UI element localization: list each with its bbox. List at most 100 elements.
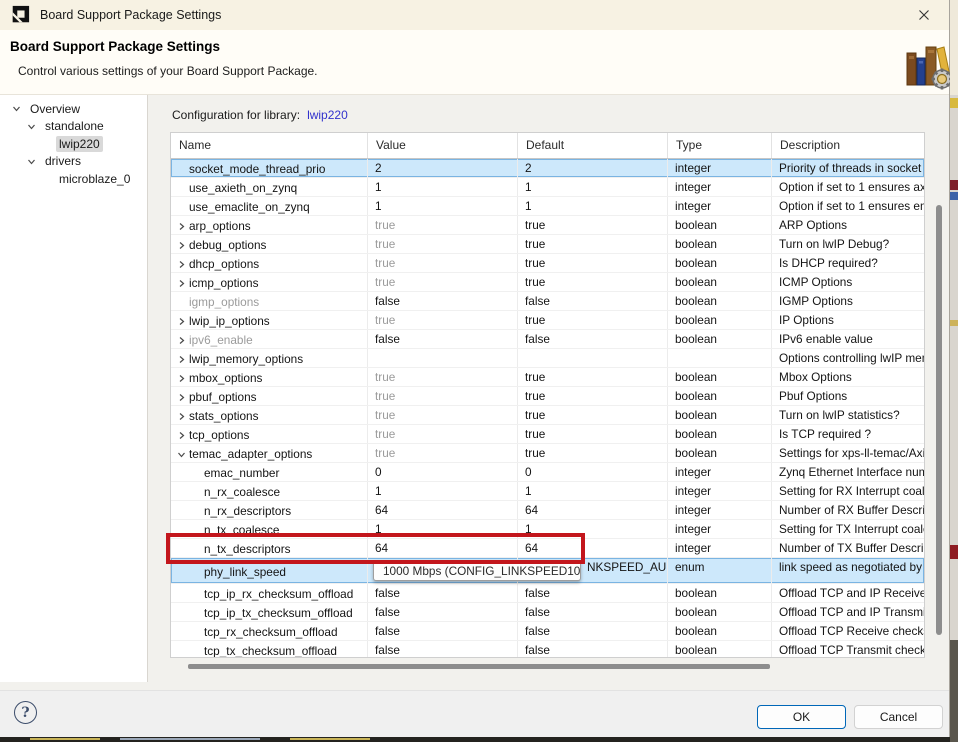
cell-default: 2 (518, 159, 668, 177)
cell-default: false (518, 603, 668, 621)
sidebar-item-standalone[interactable]: standalone (27, 118, 107, 135)
cell-type: integer (668, 482, 772, 500)
setting-name: tcp_ip_rx_checksum_offload (204, 587, 353, 601)
cell-name: socket_mode_thread_prio (171, 159, 368, 177)
table-row[interactable]: pbuf_optionstruetruebooleanPbuf Options (171, 387, 924, 406)
table-row[interactable]: use_axieth_on_zynq11integerOption if set… (171, 178, 924, 197)
table-row[interactable]: igmp_optionsfalsefalsebooleanIGMP Option… (171, 292, 924, 311)
cell-name: temac_adapter_options (171, 444, 368, 462)
table-row[interactable]: temac_adapter_optionstruetruebooleanSett… (171, 444, 924, 463)
cell-description: Turn on lwIP statistics? (772, 406, 924, 424)
table-row[interactable]: emac_number00integerZynq Ethernet Interf… (171, 463, 924, 482)
vertical-scrollbar-thumb[interactable] (936, 205, 942, 635)
table-row[interactable]: tcp_rx_checksum_offloadfalsefalseboolean… (171, 622, 924, 641)
table-row[interactable]: n_rx_coalesce11integerSetting for RX Int… (171, 482, 924, 501)
table-row[interactable]: tcp_tx_checksum_offloadfalsefalseboolean… (171, 641, 924, 658)
config-library-name: lwip220 (307, 108, 348, 122)
table-row[interactable]: arp_optionstruetruebooleanARP Options (171, 216, 924, 235)
cell-default: true (518, 406, 668, 424)
chevron-down-icon[interactable] (27, 122, 37, 131)
table-row[interactable]: debug_optionstruetruebooleanTurn on lwIP… (171, 235, 924, 254)
cancel-button[interactable]: Cancel (854, 705, 943, 729)
cell-value: 1 (368, 482, 518, 500)
cell-name: pbuf_options (171, 387, 368, 405)
bsp-settings-dialog: Board Support Package Settings Board Sup… (0, 0, 950, 737)
sidebar-item-drivers[interactable]: drivers (27, 153, 84, 170)
cell-default: true (518, 387, 668, 405)
chevron-down-icon[interactable] (27, 157, 37, 166)
chevron-right-icon[interactable] (177, 317, 186, 326)
cell-name: igmp_options (171, 292, 368, 310)
ok-button[interactable]: OK (757, 705, 846, 729)
table-row[interactable]: lwip_ip_optionstruetruebooleanIP Options (171, 311, 924, 330)
chevron-right-icon[interactable] (177, 412, 186, 421)
annotation-highlight-box (166, 533, 585, 564)
table-row[interactable]: socket_mode_thread_prio22integerPriority… (171, 159, 924, 178)
cell-default: true (518, 444, 668, 462)
table-row[interactable]: tcp_optionstruetruebooleanIs TCP require… (171, 425, 924, 444)
cell-value: true (368, 311, 518, 329)
sidebar-item-lwip220[interactable]: lwip220 (56, 135, 103, 152)
cell-default: false (518, 622, 668, 640)
setting-name: dhcp_options (189, 257, 259, 271)
cell-default: false (518, 641, 668, 658)
chevron-right-icon[interactable] (177, 222, 186, 231)
table-row[interactable]: dhcp_optionstruetruebooleanIs DHCP requi… (171, 254, 924, 273)
cell-description: Setting for RX Interrupt coale (772, 482, 924, 500)
cell-name: tcp_ip_rx_checksum_offload (171, 584, 368, 602)
chevron-right-icon[interactable] (177, 374, 186, 383)
cell-description: Pbuf Options (772, 387, 924, 405)
cell-name: ipv6_enable (171, 330, 368, 348)
chevron-right-icon[interactable] (177, 279, 186, 288)
setting-name: temac_adapter_options (189, 447, 312, 461)
cell-description: Settings for xps-ll-temac/Axi- (772, 444, 924, 462)
table-row[interactable]: lwip_memory_optionsOptions controlling l… (171, 349, 924, 368)
help-button[interactable]: ? (14, 701, 37, 724)
setting-name: emac_number (204, 466, 279, 480)
table-row[interactable]: mbox_optionstruetruebooleanMbox Options (171, 368, 924, 387)
cell-value: false (368, 292, 518, 310)
chevron-right-icon[interactable] (177, 355, 186, 364)
cell-description: Offload TCP Receive checksu (772, 622, 924, 640)
cell-description: IPv6 enable value (772, 330, 924, 348)
cell-description: Setting for TX Interrupt coale (772, 520, 924, 538)
table-row[interactable]: ipv6_enablefalsefalsebooleanIPv6 enable … (171, 330, 924, 349)
cell-value (368, 349, 518, 367)
horizontal-scrollbar-thumb[interactable] (188, 664, 770, 669)
cell-value: true (368, 273, 518, 291)
chevron-down-icon[interactable] (177, 450, 186, 459)
dialog-header: Board Support Package Settings Control v… (0, 30, 949, 95)
cell-description: Offload TCP Transmit checks (772, 641, 924, 658)
column-header-default[interactable]: Default (518, 133, 668, 158)
column-header-value[interactable]: Value (368, 133, 518, 158)
chevron-right-icon[interactable] (177, 431, 186, 440)
chevron-right-icon[interactable] (177, 260, 186, 269)
chevron-right-icon[interactable] (177, 241, 186, 250)
table-row[interactable]: tcp_ip_rx_checksum_offloadfalsefalsebool… (171, 584, 924, 603)
sidebar-item-microblaze_0[interactable]: microblaze_0 (56, 170, 133, 187)
tree-item-label: drivers (42, 153, 84, 169)
tree-item-label: standalone (42, 118, 107, 134)
table-row[interactable]: icmp_optionstruetruebooleanICMP Options (171, 273, 924, 292)
column-header-type[interactable]: Type (668, 133, 772, 158)
chevron-right-icon[interactable] (177, 336, 186, 345)
setting-name: icmp_options (189, 276, 259, 290)
table-row[interactable]: tcp_ip_tx_checksum_offloadfalsefalsebool… (171, 603, 924, 622)
cell-type: integer (668, 178, 772, 196)
chevron-right-icon[interactable] (177, 393, 186, 402)
chevron-down-icon[interactable] (12, 104, 22, 113)
cell-default: false (518, 292, 668, 310)
library-settings-icon (906, 35, 952, 91)
cell-description: Option if set to 1 ensures ema (772, 197, 924, 215)
settings-table: Name Value Default Type Description sock… (170, 132, 925, 658)
title-bar: Board Support Package Settings (0, 0, 949, 30)
column-header-description[interactable]: Description (772, 133, 924, 158)
table-row[interactable]: stats_optionstruetruebooleanTurn on lwIP… (171, 406, 924, 425)
column-header-name[interactable]: Name (171, 133, 368, 158)
close-button[interactable] (909, 4, 939, 26)
table-row[interactable]: n_rx_descriptors6464integerNumber of RX … (171, 501, 924, 520)
sidebar-item-overview[interactable]: Overview (12, 100, 83, 117)
table-row[interactable]: use_emaclite_on_zynq11integerOption if s… (171, 197, 924, 216)
cell-type: boolean (668, 273, 772, 291)
cell-value: true (368, 368, 518, 386)
